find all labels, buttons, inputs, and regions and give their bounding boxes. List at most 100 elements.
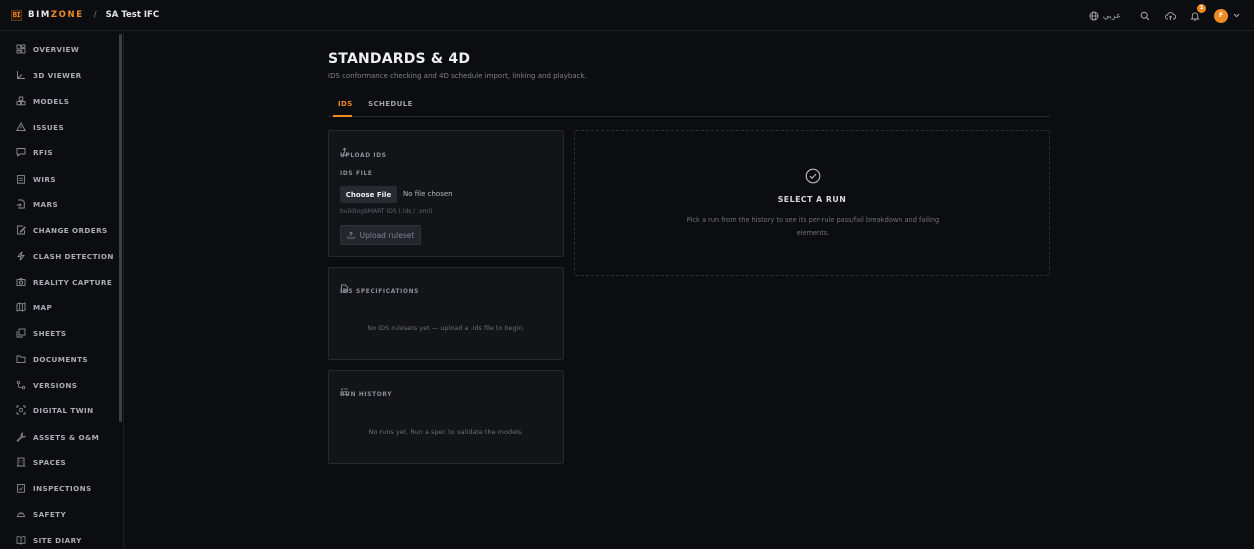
sidebar-item-models[interactable]: MODELS — [15, 94, 69, 108]
language-label: عربي — [1102, 11, 1121, 20]
top-bar: BI BIMZONE / SA Test IFC عربي 1 F — [0, 0, 1254, 31]
card-title: RUN HISTORY — [340, 392, 393, 398]
sidebar-item-label: MAP — [33, 302, 53, 312]
project-name[interactable]: SA Test IFC — [106, 10, 159, 20]
brand-name: BIMZONE — [28, 10, 84, 20]
sidebar-item-spaces[interactable]: SPACES — [15, 455, 66, 469]
sheets-icon — [15, 328, 26, 339]
sidebar-item-label: RFIS — [33, 147, 53, 157]
upload-status-button[interactable] — [1164, 10, 1176, 22]
wrench-icon — [15, 432, 26, 443]
brand-suffix: ZONE — [50, 10, 84, 20]
sidebar-item-map[interactable]: MAP — [15, 300, 52, 314]
breadcrumb-separator: / — [93, 10, 97, 20]
sidebar-item-label: MODELS — [33, 96, 70, 106]
run-panel-description: Pick a run from the history to see its p… — [686, 216, 940, 237]
sidebar-item-label: DIGITAL TWIN — [33, 405, 94, 415]
sidebar-item-assets-om[interactable]: ASSETS & O&M — [15, 430, 99, 444]
sidebar-item-clash-detection[interactable]: CLASH DETECTION — [15, 249, 114, 263]
language-switcher[interactable]: عربي — [1089, 11, 1121, 21]
sidebar-item-label: OVERVIEW — [33, 44, 80, 54]
chevron-down-icon — [1233, 13, 1240, 18]
search-icon — [1140, 11, 1150, 20]
sidebar-item-label: WIRS — [33, 174, 56, 184]
sidebar-item-safety[interactable]: SAFETY — [15, 507, 66, 521]
file-arrow-icon — [15, 199, 26, 210]
sidebar-item-label: SITE DIARY — [33, 535, 82, 545]
run-history-card: RUN HISTORY No runs yet. Run a spec to v… — [328, 370, 564, 464]
sidebar-item-reality-capture[interactable]: REALITY CAPTURE — [15, 275, 112, 289]
sidebar-item-issues[interactable]: ISSUES — [15, 120, 64, 134]
page-title: STANDARDS & 4D — [328, 51, 471, 67]
brand-logo[interactable]: BI BIMZONE — [11, 9, 84, 21]
sidebar-item-label: VERSIONS — [33, 380, 78, 390]
empty-state-message: No runs yet. Run a spec to validate the … — [368, 428, 524, 436]
upload-ruleset-button[interactable]: Upload ruleset — [340, 225, 421, 245]
card-title: UPLOAD IDS — [340, 153, 387, 159]
run-detail-panel: SELECT A RUN Pick a run from the history… — [574, 130, 1050, 276]
versions-icon — [15, 380, 26, 391]
run-panel-title: SELECT A RUN — [777, 195, 847, 204]
folder-icon — [15, 354, 26, 365]
hard-hat-icon — [15, 509, 26, 520]
sidebar-item-label: 3D VIEWER — [33, 70, 82, 80]
file-hint: buildingSMART IDS (.ids / .xml) — [340, 208, 433, 215]
avatar[interactable]: F — [1214, 8, 1228, 23]
sidebar-item-label: CHANGE ORDERS — [33, 225, 108, 235]
logo-mark: BI — [11, 9, 22, 21]
choose-file-button[interactable]: Choose File — [340, 186, 397, 203]
account-menu-toggle[interactable] — [1233, 13, 1240, 18]
sidebar-item-site-diary[interactable]: SITE DIARY — [15, 533, 82, 547]
sidebar-item-label: ISSUES — [33, 122, 65, 132]
sidebar-item-digital-twin[interactable]: DIGITAL TWIN — [15, 403, 94, 417]
search-button[interactable] — [1139, 10, 1151, 22]
sidebar: OVERVIEW 3D VIEWER MODELS ISSUES RFIS WI… — [0, 32, 124, 549]
globe-icon — [1089, 11, 1099, 20]
edit-file-icon — [15, 225, 26, 236]
file-status: No file chosen — [403, 190, 453, 198]
cubes-icon — [15, 96, 26, 107]
dashboard-icon — [15, 44, 26, 55]
tab-schedule[interactable]: SCHEDULE — [368, 100, 413, 108]
empty-state-message: No IDS rulesets yet — upload a .ids file… — [367, 324, 525, 332]
map-icon — [15, 302, 26, 313]
sidebar-item-label: ASSETS & O&M — [33, 432, 100, 442]
sidebar-item-label: CLASH DETECTION — [33, 251, 114, 261]
sidebar-scrollbar[interactable] — [119, 34, 122, 422]
top-actions: عربي 1 F — [1089, 0, 1254, 31]
sidebar-item-label: SHEETS — [33, 328, 67, 338]
upload-icon — [347, 231, 355, 239]
sidebar-item-label: SAFETY — [33, 509, 67, 519]
scan-icon — [15, 405, 26, 416]
sidebar-item-inspections[interactable]: INSPECTIONS — [15, 481, 92, 495]
warning-icon — [15, 122, 26, 133]
notification-badge: 1 — [1197, 3, 1206, 13]
sidebar-item-versions[interactable]: VERSIONS — [15, 378, 77, 392]
upload-ids-card: UPLOAD IDS IDS FILE Choose File No file … — [328, 130, 564, 257]
sidebar-item-sheets[interactable]: SHEETS — [15, 326, 67, 340]
sidebar-item-wirs[interactable]: WIRS — [15, 172, 56, 186]
tab-ids[interactable]: IDS — [338, 100, 353, 108]
sidebar-item-label: SPACES — [33, 457, 67, 467]
tab-bar: IDS SCHEDULE — [328, 96, 1050, 117]
lightning-icon — [15, 251, 26, 262]
sidebar-item-label: INSPECTIONS — [33, 483, 92, 493]
card-title: IDS SPECIFICATIONS — [340, 289, 420, 295]
page-subtitle: IDS conformance checking and 4D schedule… — [328, 72, 587, 80]
sidebar-item-change-orders[interactable]: CHANGE ORDERS — [15, 223, 108, 237]
book-icon — [15, 535, 26, 546]
cloud-upload-icon — [1164, 11, 1176, 20]
sidebar-item-overview[interactable]: OVERVIEW — [15, 42, 79, 56]
upload-ruleset-label: Upload ruleset — [359, 230, 415, 240]
sidebar-item-3d-viewer[interactable]: 3D VIEWER — [15, 68, 82, 82]
ids-specifications-card: IDS SPECIFICATIONS No IDS rulesets yet —… — [328, 267, 564, 360]
camera-icon — [15, 277, 26, 288]
brand-prefix: BIM — [28, 10, 51, 20]
checklist-icon — [15, 483, 26, 494]
sidebar-item-mars[interactable]: MARS — [15, 197, 58, 211]
building-icon — [15, 457, 26, 468]
sidebar-item-rfis[interactable]: RFIS — [15, 145, 53, 159]
notifications-button[interactable]: 1 — [1189, 3, 1206, 22]
sidebar-item-label: REALITY CAPTURE — [33, 277, 113, 287]
sidebar-item-documents[interactable]: DOCUMENTS — [15, 352, 88, 366]
